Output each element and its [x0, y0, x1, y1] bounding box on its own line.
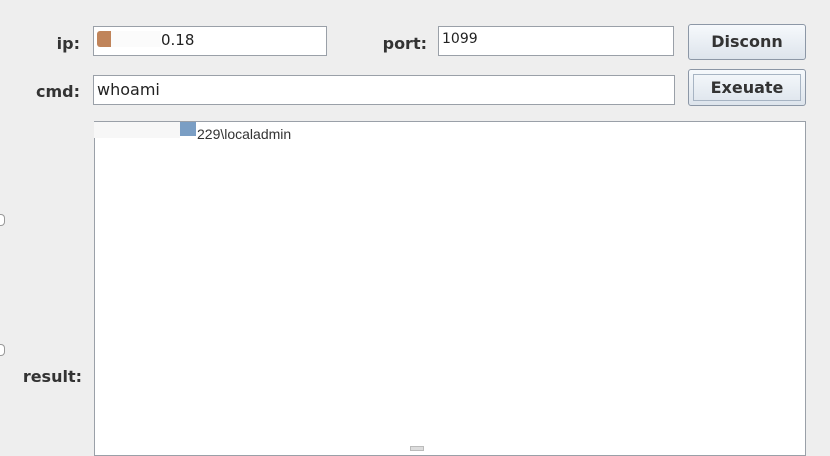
result-label: result:: [22, 367, 82, 386]
disconnect-button-label: Disconn: [711, 32, 783, 51]
port-input[interactable]: 1099: [438, 26, 674, 56]
cmd-input[interactable]: whoami: [93, 75, 675, 105]
disconnect-button[interactable]: Disconn: [688, 24, 806, 60]
ip-value: 0.18: [161, 31, 195, 49]
result-text: 229\localadmin: [197, 126, 292, 142]
redacted-region: [111, 31, 161, 47]
execute-button-label: Exeuate: [710, 78, 784, 97]
redacted-region: [180, 122, 196, 136]
window-edge-handle: [0, 214, 5, 226]
ip-input[interactable]: 0.18: [93, 26, 327, 56]
redacted-region: [97, 31, 111, 47]
port-label: port:: [382, 34, 427, 53]
redacted-region: [94, 122, 180, 138]
cmd-label: cmd:: [35, 82, 80, 101]
execute-button[interactable]: Exeuate: [688, 69, 806, 106]
ip-label: ip:: [56, 34, 80, 53]
result-output-area[interactable]: [94, 121, 806, 456]
app-window: ip: 0.18 port: 1099 Disconn cmd: whoami …: [0, 0, 830, 456]
window-edge-handle: [0, 344, 5, 356]
resize-grip[interactable]: [410, 446, 424, 451]
